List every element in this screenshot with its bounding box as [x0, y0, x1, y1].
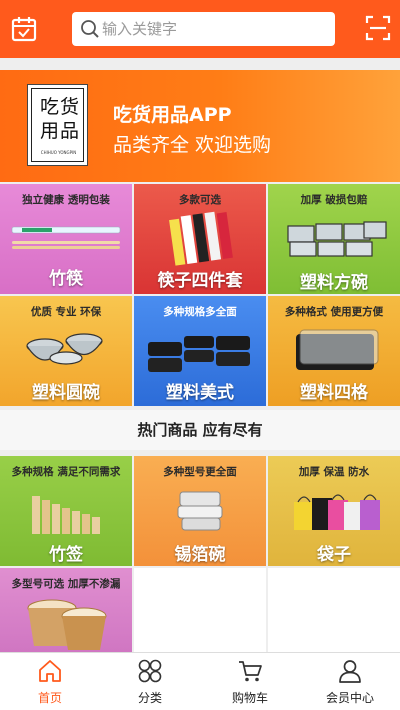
banner-title: 吃货用品APP	[113, 104, 232, 126]
category-name: 塑料四格	[300, 383, 368, 403]
category-icon	[138, 659, 162, 683]
category-name: 筷子四件套	[157, 271, 243, 291]
category-plastic-american[interactable]: 多种规格多全面 塑料美式	[134, 296, 266, 406]
logo-subtext: CHIHUO YONGPIN	[40, 150, 77, 155]
nav-cart[interactable]: 购物车	[200, 653, 300, 710]
nav-label: 购物车	[231, 691, 268, 705]
search-box[interactable]	[72, 12, 335, 46]
nav-label: 分类	[137, 691, 162, 705]
promo-banner[interactable]: 吃货用品 CHIHUO YONGPIN 吃货用品APP 品类齐全 欢迎选购	[0, 70, 400, 182]
home-icon	[39, 660, 61, 682]
category-chopstick-set[interactable]: 多款可选 筷子四件套	[134, 184, 266, 294]
cart-icon	[239, 661, 262, 682]
section-title: 热门商品 应有尽有	[0, 410, 400, 450]
banner-subtitle: 品类齐全 欢迎选购	[113, 134, 272, 156]
bottom-navigation: 首页 分类 购物车 会员中心	[0, 652, 400, 710]
empty-slot	[134, 568, 266, 652]
category-plastic-square-bowl[interactable]: 加厚 破损包赔 塑料方碗	[268, 184, 400, 294]
nav-label: 首页	[37, 691, 62, 705]
top-bar	[0, 0, 400, 58]
category-name: 塑料圆碗	[32, 383, 100, 403]
nav-member-center[interactable]: 会员中心	[300, 653, 400, 710]
category-name: 塑料方碗	[300, 273, 368, 293]
nav-home[interactable]: 首页	[0, 653, 100, 710]
nav-category[interactable]: 分类	[100, 653, 200, 710]
category-plastic-round-bowl[interactable]: 优质 专业 环保 塑料圆碗	[0, 296, 132, 406]
category-chopsticks[interactable]: 独立健康 透明包装 竹筷	[0, 184, 132, 294]
category-name: 塑料美式	[166, 383, 234, 403]
category-name: 竹筷	[49, 269, 83, 289]
search-input[interactable]	[102, 12, 327, 46]
nav-label: 会员中心	[325, 691, 374, 705]
product-name: 锡箔碗	[174, 545, 226, 565]
search-icon	[81, 20, 99, 38]
product-foil-bowl[interactable]: 多种型号更全面 锡箔碗	[134, 456, 266, 566]
user-icon	[339, 660, 361, 683]
empty-slot	[268, 568, 400, 652]
product-name: 竹签	[49, 545, 83, 565]
product-bamboo-skewer[interactable]: 多种规格 满足不同需求 竹签	[0, 456, 132, 566]
category-plastic-four-grid[interactable]: 多种格式 使用更方便 塑料四格	[268, 296, 400, 406]
hot-products-grid: 多种规格 满足不同需求 竹签 多种型号更全面 锡箔碗 加厚 保温 防水 袋子 多…	[0, 456, 400, 652]
product-name: 袋子	[317, 545, 351, 565]
brand-logo: 吃货用品 CHIHUO YONGPIN	[27, 84, 88, 166]
paper-bowl-image	[27, 599, 107, 650]
logo-text: 吃货用品	[39, 96, 80, 142]
product-paper-bowl[interactable]: 多型号可选 加厚不渗漏	[0, 568, 132, 652]
scan-icon[interactable]	[365, 15, 391, 41]
product-bags[interactable]: 加厚 保温 防水 袋子	[268, 456, 400, 566]
calendar-icon[interactable]	[10, 15, 38, 43]
